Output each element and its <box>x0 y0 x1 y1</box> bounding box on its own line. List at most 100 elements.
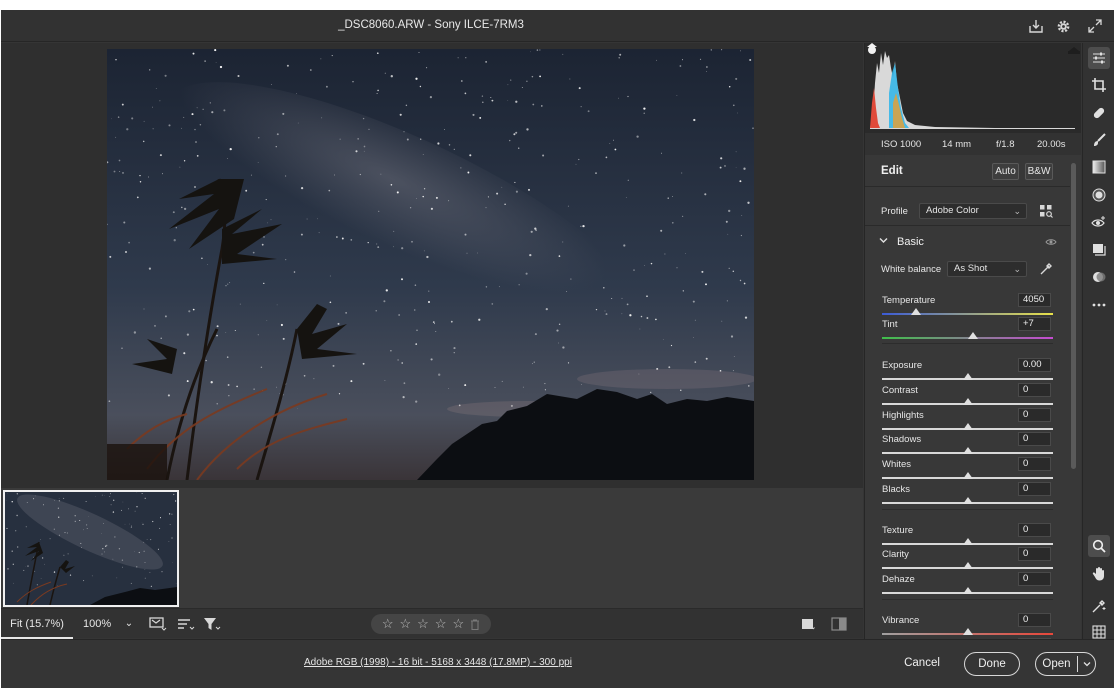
white-balance-label: White balance <box>881 264 942 275</box>
profile-label: Profile <box>881 206 908 217</box>
texture-slider-handle[interactable] <box>962 538 973 545</box>
camera-raw-window: _DSC8060.ARW - Sony ILCE-7RM3 Fit (15.7%… <box>1 10 1114 688</box>
temperature-label: Temperature <box>882 295 936 306</box>
contrast-slider-handle[interactable] <box>962 398 973 405</box>
shadows-value-field[interactable]: 0 <box>1018 432 1051 446</box>
trash-icon[interactable] <box>470 619 480 630</box>
brush-icon[interactable] <box>1088 129 1110 151</box>
blacks-label: Blacks <box>882 484 910 495</box>
dehaze-slider-handle[interactable] <box>962 587 973 594</box>
sort-icon[interactable] <box>177 615 195 633</box>
texture-label: Texture <box>882 525 914 536</box>
shadows-slider-handle[interactable] <box>962 447 973 454</box>
star-rating: ☆ ☆ ☆ ☆ ☆ <box>371 614 491 634</box>
cancel-button[interactable]: Cancel <box>897 652 947 676</box>
filmstrip <box>1 488 863 608</box>
divider <box>865 225 1070 226</box>
red-eye-icon[interactable] <box>1088 211 1110 233</box>
basic-section-header[interactable]: Basic <box>879 236 1059 252</box>
fit-zoom-button[interactable]: Fit (15.7%) <box>1 609 73 639</box>
highlights-value-field[interactable]: 0 <box>1018 408 1051 422</box>
edit-title: Edit <box>881 165 903 177</box>
whites-slider-handle[interactable] <box>962 472 973 479</box>
dehaze-value-field[interactable]: 0 <box>1018 572 1051 586</box>
eyedropper-icon[interactable] <box>1037 260 1055 278</box>
before-after-icon[interactable] <box>830 615 848 633</box>
chevron-down-icon <box>879 236 888 248</box>
exposure-slider-handle[interactable] <box>962 373 973 380</box>
divider <box>882 509 1053 510</box>
whites-value-field[interactable]: 0 <box>1018 457 1051 471</box>
exposure-value-field[interactable]: 0.00 <box>1018 358 1051 372</box>
single-view-icon[interactable] <box>799 615 817 633</box>
temperature-slider[interactable] <box>882 313 1053 315</box>
tint-value-field[interactable]: +7 <box>1018 317 1051 331</box>
save-icon[interactable] <box>1027 17 1045 35</box>
whites-label: Whites <box>882 459 912 470</box>
presets-icon[interactable] <box>1088 266 1110 288</box>
profile-dropdown[interactable]: Adobe Color ⌄ <box>919 203 1027 219</box>
bw-button[interactable]: B&W <box>1025 163 1053 180</box>
main-photo <box>107 49 754 480</box>
clarity-slider-handle[interactable] <box>962 562 973 569</box>
sort-mark-icon[interactable] <box>149 615 167 633</box>
image-canvas[interactable] <box>1 43 863 488</box>
star-2[interactable]: ☆ <box>400 616 412 632</box>
expand-icon[interactable] <box>1086 17 1104 35</box>
done-button[interactable]: Done <box>964 652 1020 676</box>
panel-scrollbar[interactable] <box>1071 163 1076 469</box>
star-4[interactable]: ☆ <box>435 616 447 632</box>
profile-value: Adobe Color <box>926 205 979 216</box>
blacks-slider-handle[interactable] <box>962 497 973 504</box>
contrast-label: Contrast <box>882 385 918 396</box>
more-icon[interactable] <box>1088 294 1110 316</box>
chevron-down-icon: ⌄ <box>1013 264 1021 274</box>
exposure-label: Exposure <box>882 360 923 371</box>
gear-icon[interactable] <box>1054 17 1072 35</box>
star-5[interactable]: ☆ <box>452 616 464 632</box>
temperature-slider-handle[interactable] <box>911 308 922 315</box>
divider <box>1077 656 1078 672</box>
tint-slider-handle[interactable] <box>967 332 978 339</box>
vibrance-value-field[interactable]: 0 <box>1018 613 1051 627</box>
clarity-value-field[interactable]: 0 <box>1018 547 1051 561</box>
sampler-icon[interactable] <box>1088 595 1110 617</box>
highlights-slider-handle[interactable] <box>962 423 973 430</box>
divider <box>882 599 1053 600</box>
clarity-label: Clarity <box>882 549 909 560</box>
contrast-value-field[interactable]: 0 <box>1018 383 1051 397</box>
blacks-value-field[interactable]: 0 <box>1018 482 1051 496</box>
exif-iso: ISO 1000 <box>881 139 922 150</box>
texture-value-field[interactable]: 0 <box>1018 523 1051 537</box>
heal-icon[interactable] <box>1088 102 1110 124</box>
star-1[interactable]: ☆ <box>382 616 394 632</box>
highlights-label: Highlights <box>882 410 924 421</box>
temperature-value-field[interactable]: 4050 <box>1018 293 1051 307</box>
profile-browser-icon[interactable] <box>1037 202 1055 220</box>
eye-icon[interactable] <box>1044 235 1058 249</box>
basic-section-title: Basic <box>897 236 924 248</box>
shadows-label: Shadows <box>882 434 922 445</box>
linear-gradient-icon[interactable] <box>1088 156 1110 178</box>
divider <box>882 343 1053 344</box>
edit-icon[interactable] <box>1088 47 1110 69</box>
snapshots-icon[interactable] <box>1088 239 1110 261</box>
filmstrip-thumbnail[interactable] <box>3 490 179 607</box>
auto-button[interactable]: Auto <box>992 163 1019 180</box>
window-title: _DSC8060.ARW - Sony ILCE-7RM3 <box>338 19 524 31</box>
white-balance-dropdown[interactable]: As Shot ⌄ <box>947 261 1027 277</box>
open-button[interactable]: Open <box>1036 653 1077 677</box>
zoom-100-button[interactable]: 100% <box>83 609 111 639</box>
hand-icon[interactable] <box>1088 562 1110 584</box>
crop-icon[interactable] <box>1088 74 1110 96</box>
vibrance-slider-handle[interactable] <box>962 628 973 635</box>
exif-focal: 14 mm <box>942 139 972 150</box>
radial-gradient-icon[interactable] <box>1088 184 1110 206</box>
star-3[interactable]: ☆ <box>417 616 429 632</box>
zoom-level-dropdown[interactable]: ⌄ <box>122 609 136 639</box>
filter-icon[interactable] <box>203 615 221 633</box>
open-options-dropdown[interactable] <box>1079 653 1095 675</box>
workflow-options-link[interactable]: Adobe RGB (1998) - 16 bit - 5168 x 3448 … <box>304 657 572 668</box>
tool-rail <box>1082 43 1114 639</box>
zoom-icon[interactable] <box>1088 535 1110 557</box>
